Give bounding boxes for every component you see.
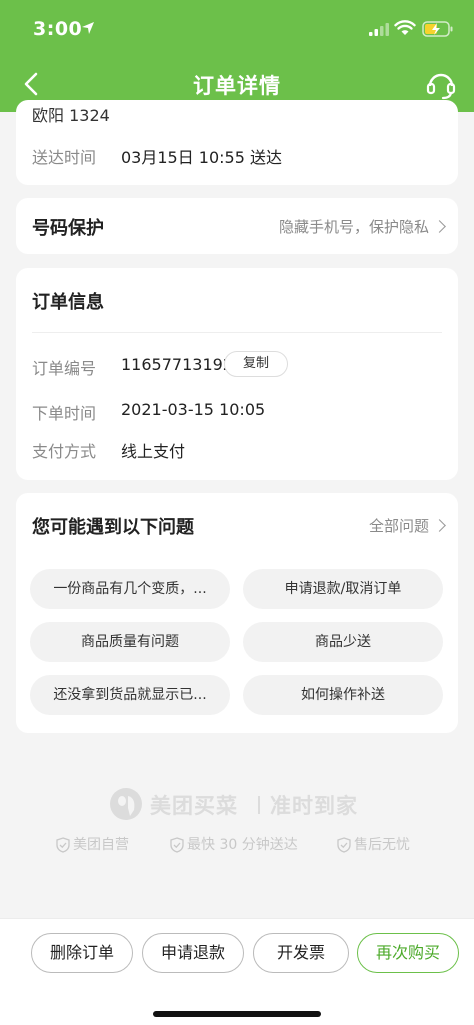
payment-method-row: 支付方式: [32, 438, 96, 462]
arrive-time-label: 送达时间: [32, 148, 97, 167]
number-protection-hint[interactable]: 隐藏手机号，保护隐私: [278, 216, 446, 237]
order-time-value: 2021-03-15 10:05: [121, 400, 266, 419]
home-indicator: [153, 1011, 321, 1017]
request-refund-button[interactable]: 申请退款: [142, 933, 244, 973]
faq-item[interactable]: 申请退款/取消订单: [243, 569, 443, 609]
delivery-card: 欧阳 1324 送达时间 03月15日 10:55 送达: [16, 100, 458, 185]
buy-again-button[interactable]: 再次购买: [357, 933, 459, 973]
brand-name: 美团买菜: [150, 794, 238, 818]
order-number-row: 订单编号: [32, 355, 96, 379]
faq-title: 您可能遇到以下问题: [32, 517, 194, 538]
number-protection-card[interactable]: 号码保护 隐藏手机号，保护隐私: [16, 198, 458, 254]
order-time-row: 下单时间: [32, 400, 96, 424]
guarantee-after-sales: 售后无忧: [337, 834, 410, 854]
shield-check-icon: [56, 837, 70, 853]
brand-footer: 美团买菜 准时到家: [0, 786, 474, 826]
bottom-action-bar: 删除订单 申请退款 开发票 再次购买: [0, 918, 474, 1025]
faq-item[interactable]: 商品少送: [243, 622, 443, 662]
order-time-label: 下单时间: [32, 404, 97, 423]
guarantee-fast-delivery: 最快 30 分钟送达: [170, 834, 298, 854]
payment-method-label: 支付方式: [32, 442, 97, 461]
location-arrow-icon: [82, 22, 94, 34]
faq-item[interactable]: 商品质量有问题: [30, 622, 230, 662]
number-protection-title: 号码保护: [32, 218, 104, 239]
faq-card: 您可能遇到以下问题 全部问题 一份商品有几个变质，... 申请退款/取消订单 商…: [16, 493, 458, 733]
order-number-value: 11657713192: [121, 355, 233, 374]
customer-service-headset-icon[interactable]: [424, 68, 458, 102]
faq-item[interactable]: 一份商品有几个变质，...: [30, 569, 230, 609]
brand-slogan: 准时到家: [270, 794, 358, 818]
faq-item[interactable]: 还没拿到货品就显示已...: [30, 675, 230, 715]
payment-method-value: 线上支付: [121, 442, 186, 461]
battery-charging-icon: [422, 21, 453, 37]
all-questions-link[interactable]: 全部问题: [368, 515, 446, 536]
page-title: 订单详情: [193, 74, 281, 98]
guarantee-self-operated: 美团自营: [56, 834, 129, 854]
divider: [32, 332, 442, 333]
chevron-right-icon: [433, 220, 446, 233]
faq-item[interactable]: 如何操作补送: [243, 675, 443, 715]
guarantee-label: 售后无忧: [354, 837, 410, 853]
chevron-right-icon: [433, 519, 446, 532]
delete-order-button[interactable]: 删除订单: [31, 933, 133, 973]
cellular-signal-icon: [369, 23, 389, 36]
arrive-time-row: 送达时间: [32, 144, 96, 168]
brand-separator: [258, 796, 260, 814]
all-questions-label: 全部问题: [368, 517, 429, 535]
guarantee-label: 美团自营: [73, 837, 129, 853]
arrive-time-value: 03月15日 10:55 送达: [121, 148, 283, 167]
guarantee-label: 最快 30 分钟送达: [187, 837, 298, 853]
order-info-title: 订单信息: [32, 292, 104, 313]
status-bar: 3:00: [0, 0, 474, 58]
brand-logo-icon: [110, 788, 142, 820]
shield-check-icon: [170, 837, 184, 853]
copy-order-number-button[interactable]: 复制: [224, 351, 288, 377]
wifi-icon: [394, 20, 416, 35]
issue-invoice-button[interactable]: 开发票: [253, 933, 349, 973]
receiver-info-partial: 欧阳 1324: [32, 106, 110, 125]
shield-check-icon: [337, 837, 351, 853]
number-protection-hint-text: 隐藏手机号，保护隐私: [278, 218, 429, 236]
app-header: 3:00 订单详情: [0, 0, 474, 112]
status-time: 3:00: [33, 18, 83, 40]
order-number-label: 订单编号: [32, 359, 97, 378]
